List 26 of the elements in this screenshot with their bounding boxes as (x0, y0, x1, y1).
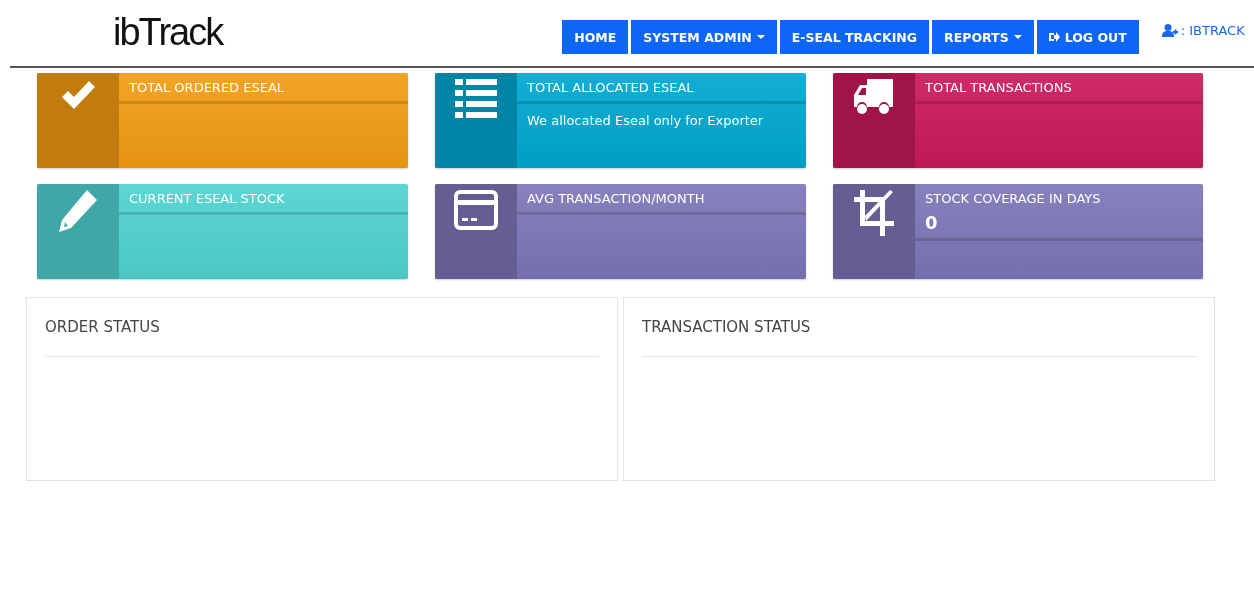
logo: ibTrack (113, 10, 223, 55)
user-link[interactable]: : IBTRACK (1180, 23, 1245, 38)
credit-card-icon (454, 190, 498, 230)
truck-icon (853, 79, 895, 117)
user-add-icon (1161, 24, 1178, 37)
card-value: 0 (925, 212, 939, 235)
nav-button[interactable]: REPORTS (932, 20, 1034, 54)
panel-title: ORDER STATUS (45, 318, 599, 357)
nav-button[interactable]: HOME (562, 20, 629, 54)
sign-out-icon (1048, 32, 1060, 42)
panel-title: TRANSACTION STATUS (642, 318, 1196, 357)
card-note: We allocated Eseal only for Exporter (526, 112, 765, 128)
crop-icon (854, 190, 894, 236)
card-title: STOCK COVERAGE IN DAYS (925, 191, 1102, 208)
caret-icon (1013, 35, 1022, 39)
list-icon (455, 79, 497, 119)
card-title: TOTAL TRANSACTIONS (925, 80, 1073, 97)
nav-button[interactable]: SYSTEM ADMIN (631, 20, 777, 54)
nav-button[interactable]: E-SEAL TRACKING (779, 20, 930, 54)
card-title: CURRENT ESEAL STOCK (129, 191, 286, 208)
caret-icon (756, 35, 765, 39)
card-title: TOTAL ALLOCATED ESEAL (527, 80, 695, 97)
card-title: AVG TRANSACTION/MONTH (527, 191, 706, 208)
nav-button[interactable]: LOG OUT (1036, 20, 1139, 54)
pencil-icon (59, 190, 97, 232)
card-title: TOTAL ORDERED ESEAL (129, 80, 286, 97)
